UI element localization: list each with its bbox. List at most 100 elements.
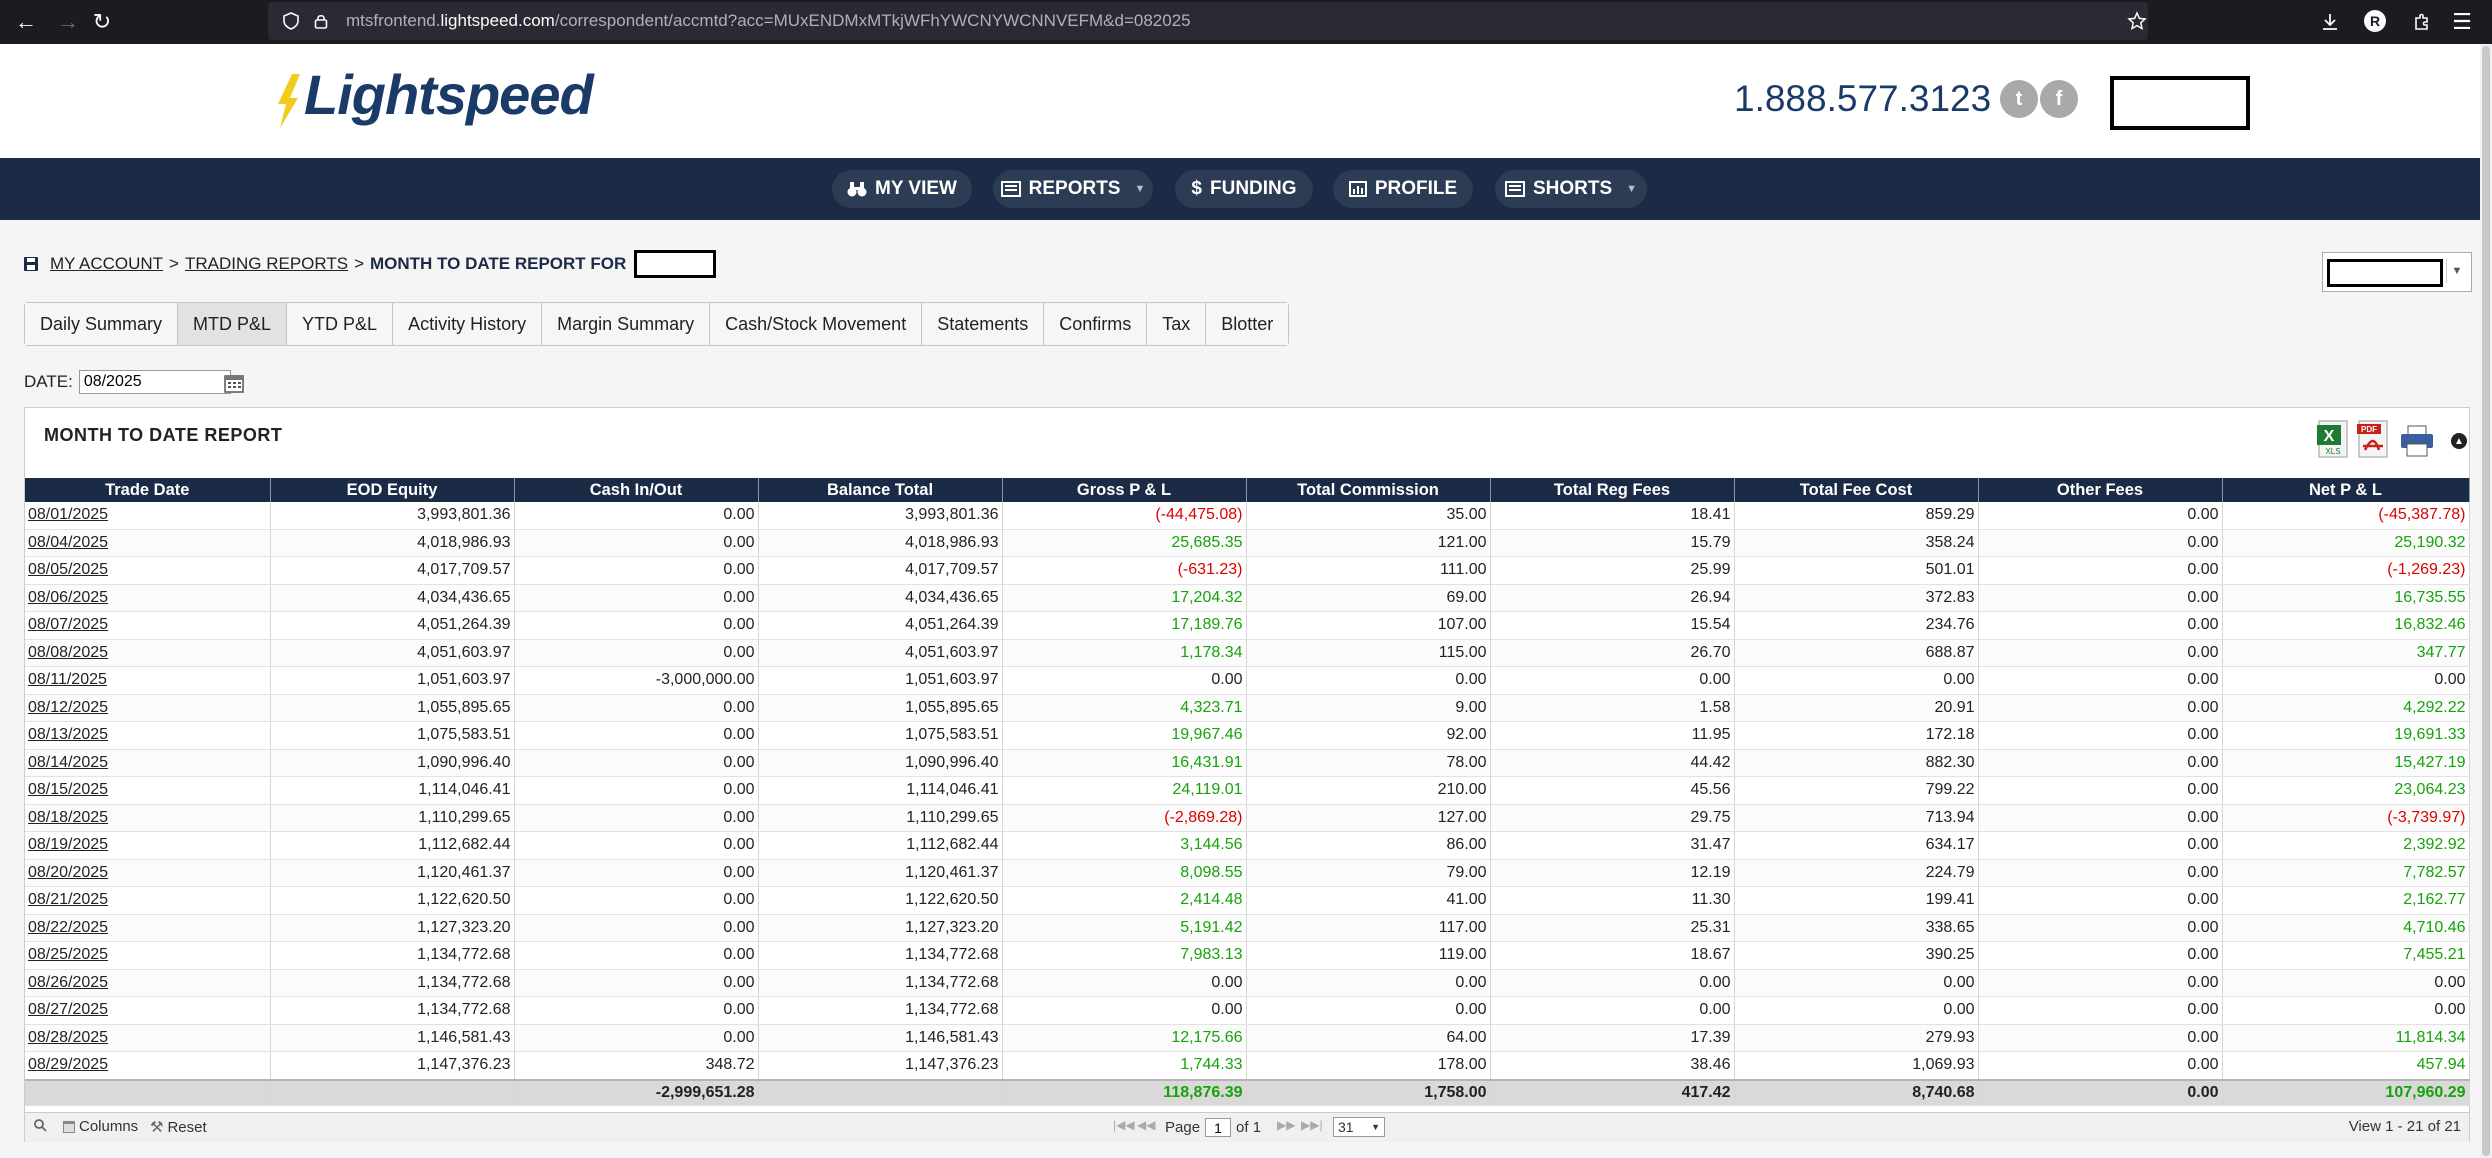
pdf-export-icon[interactable]: PDF xyxy=(2355,420,2391,458)
excel-export-icon[interactable]: X XLS xyxy=(2315,420,2351,458)
tab-tax[interactable]: Tax xyxy=(1147,303,1207,345)
facebook-icon[interactable]: f xyxy=(2040,80,2078,118)
trade-date-link[interactable]: 08/28/2025 xyxy=(25,1024,271,1052)
rows-per-page-select[interactable]: 31 ▼ xyxy=(1333,1117,1385,1137)
address-bar[interactable]: mtsfrontend.lightspeed.com/correspondent… xyxy=(268,2,2148,40)
table-cell: 279.93 xyxy=(1734,1024,1979,1052)
next-page-icon[interactable]: ▶▶ xyxy=(1277,1118,1295,1132)
twitter-icon[interactable]: t xyxy=(2000,80,2038,118)
reset-button[interactable]: ⚒ Reset xyxy=(150,1118,207,1137)
menu-hamburger-icon[interactable]: ☰ xyxy=(2448,8,2476,36)
print-icon[interactable] xyxy=(2399,420,2435,458)
lock-icon[interactable] xyxy=(310,10,332,32)
page-scrollbar-thumb[interactable] xyxy=(2482,46,2490,1156)
column-header[interactable]: Net P & L xyxy=(2222,478,2470,502)
url-text[interactable]: mtsfrontend.lightspeed.com/correspondent… xyxy=(346,11,1191,31)
table-cell: 0.00 xyxy=(1978,666,2223,695)
table-cell: 0.00 xyxy=(1978,584,2223,612)
trade-date-link[interactable]: 08/19/2025 xyxy=(25,831,271,860)
trade-date-link[interactable]: 08/21/2025 xyxy=(25,886,271,915)
breadcrumb-current: MONTH TO DATE REPORT FOR xyxy=(370,254,627,273)
nav-profile[interactable]: PROFILE xyxy=(1333,170,1473,208)
first-page-icon[interactable]: |◀◀ xyxy=(1113,1118,1135,1132)
tab-ytd-p-l[interactable]: YTD P&L xyxy=(287,303,394,345)
column-header[interactable]: EOD Equity xyxy=(270,478,515,502)
nav-funding[interactable]: $ FUNDING xyxy=(1175,170,1313,208)
wrench-icon: ⚒ xyxy=(150,1119,164,1136)
trade-date-link[interactable]: 08/25/2025 xyxy=(25,941,271,970)
table-cell: 119.00 xyxy=(1246,941,1491,970)
trade-date-link[interactable]: 08/15/2025 xyxy=(25,776,271,805)
table-row: 08/19/2025 1,112,682.44 0.00 1,112,682.44 3,… xyxy=(25,831,2470,860)
chevron-down-icon[interactable]: ▼ xyxy=(2446,259,2467,283)
column-header[interactable]: Other Fees xyxy=(1978,478,2223,502)
trade-date-link[interactable]: 08/14/2025 xyxy=(25,749,271,777)
columns-button[interactable]: Columns xyxy=(63,1118,138,1135)
trade-date-link[interactable]: 08/22/2025 xyxy=(25,914,271,942)
profile-avatar-icon[interactable]: R xyxy=(2364,10,2386,32)
tab-cash-stock-movement[interactable]: Cash/Stock Movement xyxy=(710,303,923,345)
column-header[interactable]: Total Fee Cost xyxy=(1734,478,1979,502)
extensions-icon[interactable] xyxy=(2408,8,2436,36)
reload-icon[interactable]: ↻ xyxy=(88,8,116,36)
table-cell: (-2,869.28) xyxy=(1002,804,1247,832)
forward-icon[interactable]: → xyxy=(54,8,82,36)
table-cell: 25.99 xyxy=(1490,556,1735,585)
nav-my-view[interactable]: MY VIEW xyxy=(832,170,972,208)
page-input[interactable] xyxy=(1205,1118,1232,1137)
shield-icon[interactable] xyxy=(280,10,302,32)
report-tabs: Daily Summary MTD P&L YTD P&L Activity Hist… xyxy=(24,302,1290,346)
tab-activity-history[interactable]: Activity History xyxy=(393,303,543,345)
trade-date-link[interactable]: 08/06/2025 xyxy=(25,584,271,612)
tab-mtd-p-l[interactable]: MTD P&L xyxy=(178,303,288,345)
nav-shorts[interactable]: SHORTS ▼ xyxy=(1495,170,1647,208)
table-cell: 0.00 xyxy=(2222,666,2470,695)
table-cell: 1,069.93 xyxy=(1734,1051,1979,1080)
bookmark-star-icon[interactable] xyxy=(2126,10,2148,32)
table-cell: 347.77 xyxy=(2222,639,2470,667)
tab-statements[interactable]: Statements xyxy=(922,303,1045,345)
table-cell: 0.00 xyxy=(1978,529,2223,557)
tab-blotter[interactable]: Blotter xyxy=(1206,303,1289,345)
account-select[interactable]: ▼ xyxy=(2322,252,2472,292)
trade-date-link[interactable]: 08/20/2025 xyxy=(25,859,271,887)
trade-date-link[interactable]: 08/27/2025 xyxy=(25,996,271,1025)
prev-page-icon[interactable]: ◀◀ xyxy=(1137,1118,1155,1132)
total-cell: -2,999,651.28 xyxy=(514,1078,759,1106)
search-icon[interactable] xyxy=(33,1118,47,1132)
collapse-icon[interactable]: ▲ xyxy=(2451,433,2467,449)
trade-date-link[interactable]: 08/04/2025 xyxy=(25,529,271,557)
column-header[interactable]: Balance Total xyxy=(758,478,1003,502)
download-icon[interactable] xyxy=(2316,8,2344,36)
tab-confirms[interactable]: Confirms xyxy=(1044,303,1148,345)
chevron-down-icon: ▼ xyxy=(1626,183,1638,195)
trade-date-link[interactable]: 08/01/2025 xyxy=(25,502,271,530)
column-header[interactable]: Gross P & L xyxy=(1002,478,1247,502)
column-header[interactable]: Cash In/Out xyxy=(514,478,759,502)
table-cell: 121.00 xyxy=(1246,529,1491,557)
date-input[interactable] xyxy=(78,370,231,394)
trade-date-link[interactable]: 08/29/2025 xyxy=(25,1051,271,1080)
column-header[interactable]: Total Commission xyxy=(1246,478,1491,502)
trade-date-link[interactable]: 08/05/2025 xyxy=(25,556,271,585)
trade-date-link[interactable]: 08/12/2025 xyxy=(25,694,271,722)
trade-date-link[interactable]: 08/18/2025 xyxy=(25,804,271,832)
table-cell: 15.54 xyxy=(1490,611,1735,640)
tab-margin-summary[interactable]: Margin Summary xyxy=(542,303,711,345)
breadcrumb-trading-reports[interactable]: TRADING REPORTS xyxy=(185,254,348,274)
tab-daily-summary[interactable]: Daily Summary xyxy=(25,303,179,345)
last-page-icon[interactable]: ▶▶| xyxy=(1301,1118,1323,1132)
breadcrumb-my-account[interactable]: MY ACCOUNT xyxy=(50,254,163,274)
table-cell: 16,735.55 xyxy=(2222,584,2470,612)
column-header[interactable]: Total Reg Fees xyxy=(1490,478,1735,502)
back-icon[interactable]: ← xyxy=(12,8,40,36)
trade-date-link[interactable]: 08/08/2025 xyxy=(25,639,271,667)
trade-date-link[interactable]: 08/26/2025 xyxy=(25,969,271,997)
trade-date-link[interactable]: 08/11/2025 xyxy=(25,666,271,695)
lightspeed-logo[interactable]: Lightspeed xyxy=(278,54,594,134)
nav-reports[interactable]: REPORTS ▼ xyxy=(993,170,1153,208)
trade-date-link[interactable]: 08/13/2025 xyxy=(25,721,271,750)
trade-date-link[interactable]: 08/07/2025 xyxy=(25,611,271,640)
calendar-icon[interactable] xyxy=(224,373,244,393)
column-header[interactable]: Trade Date xyxy=(25,478,271,502)
